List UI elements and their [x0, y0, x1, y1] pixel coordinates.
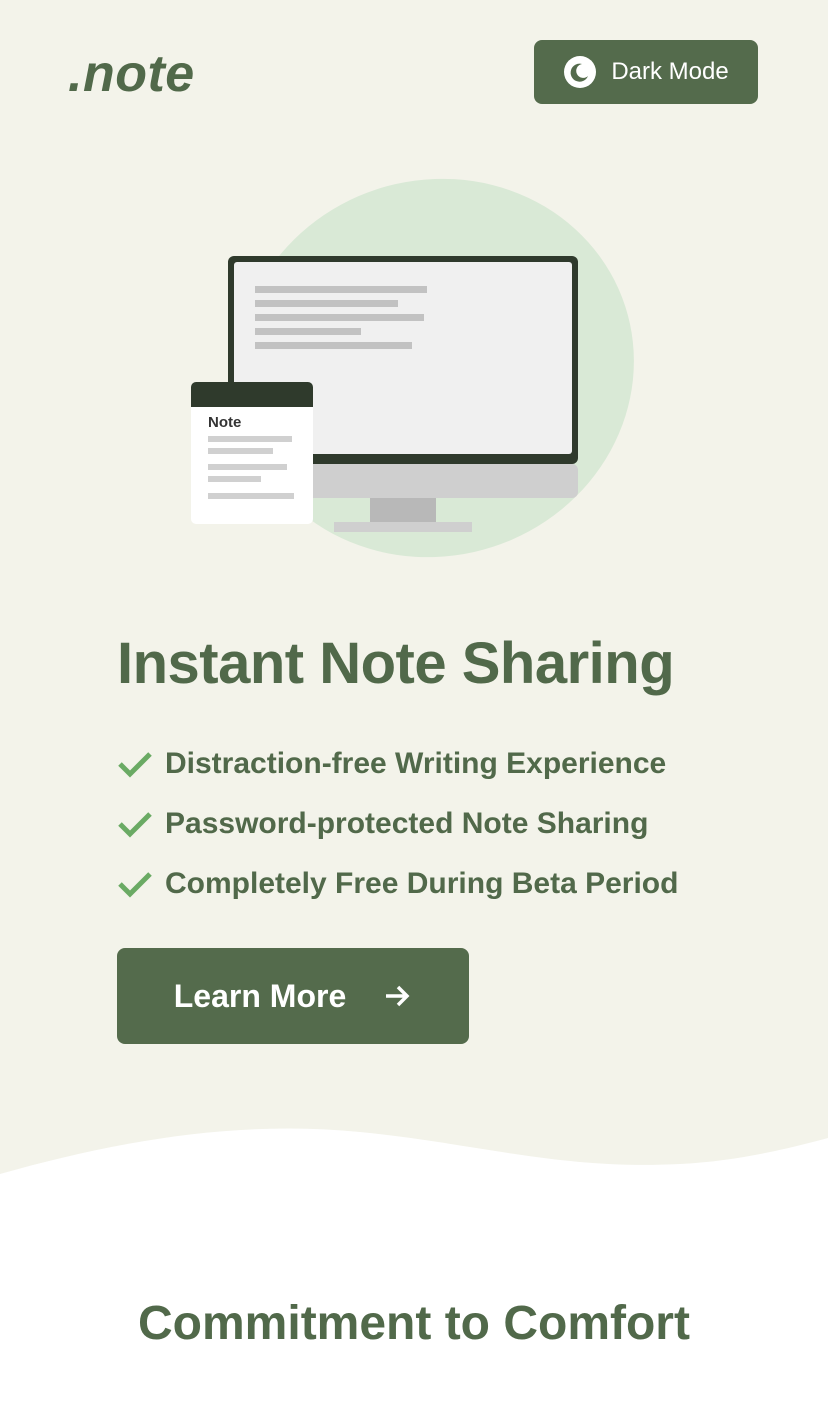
check-icon: [117, 749, 153, 779]
note-card: Note: [191, 382, 313, 524]
hero-illustration: Note: [191, 178, 634, 558]
note-card-title: Note: [208, 414, 241, 431]
page: .note Dark Mode Note Instant Note Sharin…: [0, 0, 828, 1420]
feature-item: Completely Free During Beta Period: [117, 854, 678, 914]
section-title: Commitment to Comfort: [138, 1297, 690, 1350]
arrow-right-icon: [382, 981, 412, 1011]
feature-text: Completely Free During Beta Period: [165, 867, 679, 900]
feature-item: Password-protected Note Sharing: [117, 794, 678, 854]
feature-item: Distraction-free Writing Experience: [117, 734, 678, 794]
monitor-base: [334, 522, 472, 532]
feature-text: Distraction-free Writing Experience: [165, 747, 667, 780]
feature-text: Password-protected Note Sharing: [165, 807, 649, 840]
hero-title: Instant Note Sharing: [117, 631, 675, 696]
wave-divider: [0, 1128, 828, 1220]
dark-mode-button[interactable]: Dark Mode: [534, 40, 758, 104]
feature-list: Distraction-free Writing Experience Pass…: [117, 734, 678, 914]
monitor-stand: [370, 498, 436, 522]
check-icon: [117, 809, 153, 839]
check-icon: [117, 869, 153, 899]
learn-more-label: Learn More: [173, 977, 347, 1014]
moon-icon: [563, 55, 597, 89]
learn-more-button[interactable]: Learn More: [117, 948, 469, 1044]
logo[interactable]: .note: [68, 44, 195, 104]
dark-mode-label: Dark Mode: [611, 58, 729, 85]
